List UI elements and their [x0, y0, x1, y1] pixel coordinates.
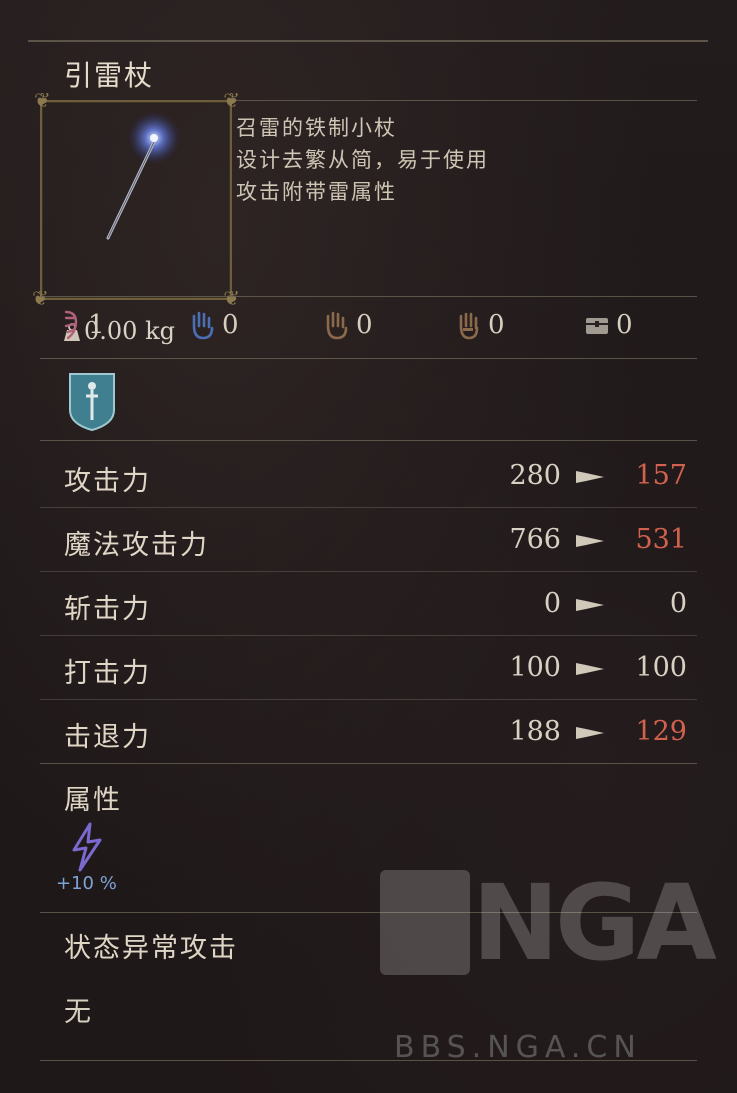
requirements-row: 1 0 0 0 0 — [60, 310, 680, 350]
divider — [40, 763, 697, 764]
arrow-right-icon — [576, 471, 604, 483]
stat-current: 100 — [509, 652, 561, 683]
requirement-other: 0 — [584, 310, 633, 340]
requirement-intelligence: 0 — [190, 310, 239, 340]
divider — [40, 507, 697, 508]
stat-current: 188 — [509, 716, 561, 747]
stat-new: 129 — [635, 716, 687, 747]
stat-label: 打击力 — [64, 658, 151, 689]
stat-current: 766 — [509, 524, 561, 555]
item-name: 引雷杖 — [64, 59, 155, 92]
stat-new: 531 — [635, 524, 687, 555]
stat-label: 魔法攻击力 — [64, 530, 209, 561]
stat-label: 攻击力 — [64, 466, 151, 497]
thunder-bolt-icon — [72, 822, 102, 872]
thunder-staff-image — [106, 112, 180, 240]
paw-logo-icon — [380, 870, 470, 975]
nga-watermark: NGA — [380, 862, 717, 984]
arrow-right-icon — [576, 663, 604, 675]
stat-label: 斩击力 — [64, 594, 151, 625]
divider — [40, 571, 697, 572]
requirement-faith: 0 — [324, 310, 373, 340]
status-attack-label: 状态异常攻击 — [64, 933, 238, 964]
stat-new: 100 — [635, 652, 687, 683]
stat-current: 280 — [509, 460, 561, 491]
requirement-value: 0 — [616, 310, 633, 340]
strength-rune-icon — [64, 310, 78, 340]
gauntlet-icon — [459, 312, 479, 340]
status-attack-value: 无 — [64, 997, 91, 1028]
description-line: 设计去繁从简，易于使用 — [236, 148, 489, 172]
divider — [40, 440, 697, 441]
attribute-label: 属性 — [64, 785, 122, 816]
stat-row-attack: 攻击力 280 157 — [40, 445, 697, 507]
attribute-bonus: +10 % — [56, 873, 117, 894]
stat-label: 击退力 — [64, 722, 151, 753]
requirement-value: 0 — [488, 310, 505, 340]
item-description: 召雷的铁制小杖 设计去繁从简，易于使用 攻击附带雷属性 — [236, 112, 489, 208]
description-line: 召雷的铁制小杖 — [236, 116, 397, 140]
arrow-right-icon — [576, 535, 604, 547]
requirement-arcane: 0 — [456, 310, 505, 340]
stat-current: 0 — [543, 588, 561, 619]
description-line: 攻击附带雷属性 — [236, 180, 397, 204]
chest-icon — [586, 318, 608, 334]
divider — [40, 699, 697, 700]
stat-row-strike: 打击力 100 100 — [40, 637, 697, 699]
magic-hand-icon — [192, 311, 214, 340]
stat-new: 157 — [635, 460, 687, 491]
divider — [40, 635, 697, 636]
item-image-frame[interactable]: ❦ ❦ ❦ ❦ 0.00 kg — [32, 90, 240, 345]
hand-icon — [326, 311, 348, 340]
top-divider — [28, 40, 708, 42]
divider — [40, 296, 697, 297]
stat-new: 0 — [669, 588, 687, 619]
arrow-right-icon — [576, 727, 604, 739]
requirement-value: 0 — [356, 310, 373, 340]
requirement-value: 1 — [88, 310, 105, 340]
requirement-strength: 1 — [60, 310, 105, 340]
divider — [228, 100, 697, 101]
watermark-url: BBS.NGA.CN — [394, 1030, 642, 1065]
watermark-logo-text: NGA — [472, 862, 717, 984]
stat-row-slash: 斩击力 0 0 — [40, 573, 697, 635]
divider — [40, 358, 697, 359]
requirement-value: 0 — [222, 310, 239, 340]
stat-row-magic-attack: 魔法攻击力 766 531 — [40, 509, 697, 571]
stat-row-poise: 击退力 188 129 — [40, 701, 697, 763]
arrow-right-icon — [576, 599, 604, 611]
affinity-shield-icon[interactable] — [68, 372, 116, 432]
